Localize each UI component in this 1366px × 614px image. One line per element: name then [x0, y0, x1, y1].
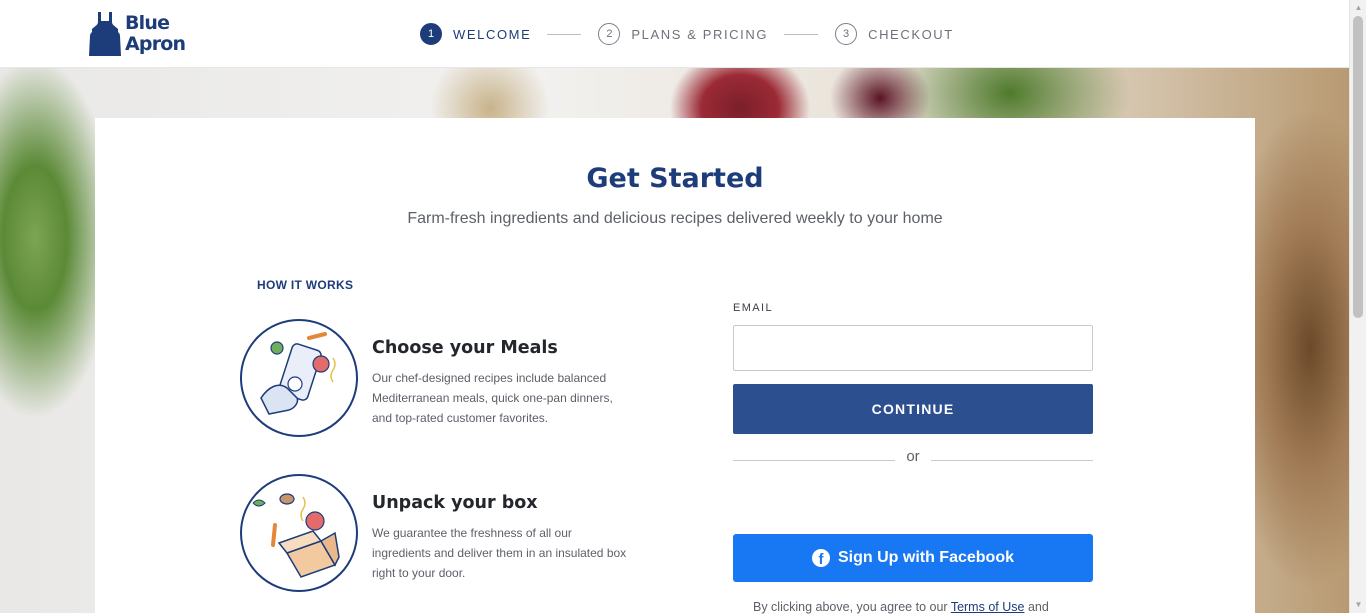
blue-apron-logo[interactable]: Blue Apron: [89, 12, 189, 58]
continue-button[interactable]: CONTINUE: [733, 384, 1093, 434]
email-input[interactable]: [733, 325, 1093, 371]
logo-wordmark: Blue Apron: [125, 12, 186, 55]
feature-title: Unpack your box: [372, 493, 538, 513]
or-divider: or: [733, 448, 1093, 468]
box-unpacking-illustration-icon: [240, 474, 358, 592]
step-number: 3: [835, 23, 858, 45]
step-label: CHECKOUT: [868, 26, 954, 42]
scrollbar-thumb[interactable]: [1353, 16, 1363, 318]
signup-card: Get Started Farm-fresh ingredients and d…: [95, 118, 1255, 614]
step-divider: [784, 33, 819, 35]
feature-description: We guarantee the freshness of all our in…: [372, 526, 627, 580]
terms-of-use-link[interactable]: Terms of Use: [951, 600, 1025, 614]
email-label: EMAIL: [733, 302, 774, 314]
feature-unpack-box: Unpack your box We guarantee the freshne…: [239, 473, 739, 595]
page-scrollbar[interactable]: ▲ ▼: [1349, 0, 1366, 613]
step-welcome: 1 WELCOME: [420, 23, 531, 45]
phone-meal-illustration-icon: [240, 319, 358, 437]
feature-choose-meals: Choose your Meals Our chef-designed reci…: [239, 318, 739, 440]
step-number: 1: [420, 23, 442, 45]
top-header: Blue Apron 1 WELCOME 2 PLANS & PRICING 3…: [0, 0, 1349, 68]
step-plans-pricing: 2 PLANS & PRICING: [598, 23, 768, 45]
feature-description: Our chef-designed recipes include balanc…: [372, 371, 613, 425]
facebook-icon: f: [811, 549, 830, 567]
step-label: WELCOME: [453, 26, 532, 42]
divider-line: [931, 460, 1093, 461]
page-subtitle: Farm-fresh ingredients and delicious rec…: [407, 210, 943, 227]
page-title: Get Started: [586, 163, 764, 194]
apron-icon: [89, 12, 121, 56]
divider-line: [733, 460, 895, 461]
step-label: PLANS & PRICING: [631, 26, 769, 42]
facebook-signup-button[interactable]: f Sign Up with Facebook: [733, 534, 1093, 582]
scroll-up-icon[interactable]: ▲: [1350, 0, 1366, 16]
or-text: or: [906, 448, 920, 465]
feature-title: Choose your Meals: [372, 338, 558, 358]
step-divider: [547, 33, 582, 35]
facebook-button-label: Sign Up with Facebook: [837, 549, 1014, 566]
how-it-works-heading: HOW IT WORKS: [257, 278, 354, 292]
step-checkout: 3 CHECKOUT: [835, 23, 954, 45]
step-number: 2: [598, 23, 621, 45]
checkout-steps: 1 WELCOME 2 PLANS & PRICING 3 CHECKOUT: [420, 22, 954, 46]
scroll-down-icon[interactable]: ▼: [1350, 597, 1366, 613]
terms-notice: By clicking above, you agree to our Term…: [753, 600, 1049, 614]
